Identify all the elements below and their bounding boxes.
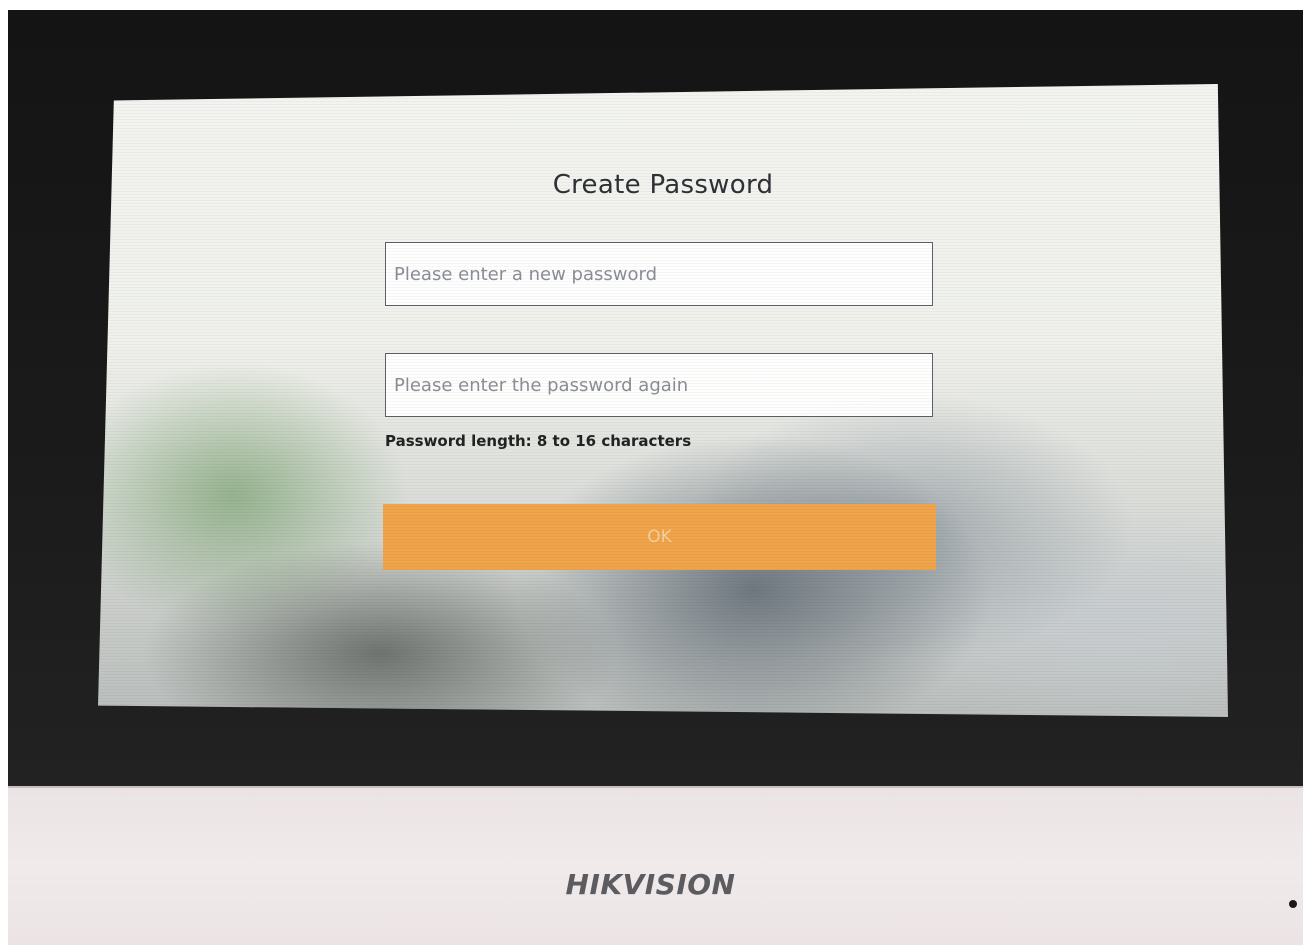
device-photo: Create Password Password length: 8 to 16…: [0, 0, 1303, 945]
confirm-password-field[interactable]: [385, 353, 933, 417]
new-password-input[interactable]: [386, 243, 932, 305]
touch-screen: Create Password Password length: 8 to 16…: [98, 84, 1228, 717]
device-housing: HIKVISION: [8, 786, 1303, 945]
new-password-field[interactable]: [385, 242, 933, 306]
brand-logo: HIKVISION: [565, 868, 736, 901]
confirm-password-input[interactable]: [386, 354, 932, 416]
sensor-dot: [1289, 900, 1297, 908]
page-title: Create Password: [552, 170, 774, 200]
ok-button[interactable]: OK: [383, 504, 936, 570]
password-length-hint: Password length: 8 to 16 characters: [385, 432, 692, 450]
